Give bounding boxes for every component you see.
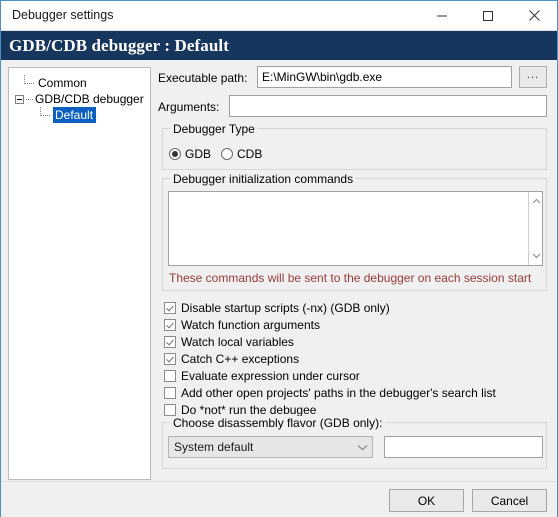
checkbox-label: Catch C++ exceptions <box>181 351 300 366</box>
browse-button[interactable]: ... <box>519 66 547 88</box>
debugger-settings-window: Debugger settings GDB/CDB debugger : Def… <box>0 0 558 517</box>
debugger-options-list: Disable startup scripts (-nx) (GDB only)… <box>158 300 547 417</box>
cancel-button[interactable]: Cancel <box>472 489 547 512</box>
init-commands-legend: Debugger initialization commands <box>170 172 357 186</box>
minimize-icon <box>436 10 448 22</box>
checkbox-checked-icon <box>164 352 176 365</box>
checkbox-unchecked-icon <box>164 403 176 416</box>
checkbox-watch-local-variables[interactable]: Watch local variables <box>164 334 294 349</box>
checkbox-checked-icon <box>164 301 176 314</box>
maximize-icon <box>482 10 494 22</box>
checkbox-evaluate-expression-under-cursor[interactable]: Evaluate expression under cursor <box>164 368 360 383</box>
tree-item-gdb-cdb-debugger[interactable]: GDB/CDB debugger <box>15 91 145 107</box>
minimize-button[interactable] <box>419 1 465 30</box>
checkbox-checked-icon <box>164 318 176 331</box>
checkbox-catch-cpp-exceptions[interactable]: Catch C++ exceptions <box>164 351 299 366</box>
checkbox-unchecked-icon <box>164 386 176 399</box>
debugger-type-group: Debugger Type GDB CDB <box>162 122 547 170</box>
disassembly-flavor-group: Choose disassembly flavor (GDB only): Sy… <box>162 416 547 469</box>
disassembly-flavor-value: System default <box>174 440 254 454</box>
checkbox-label: Do *not* run the debugee <box>181 402 317 417</box>
tree-item-label: Common <box>38 76 87 90</box>
radio-gdb-label: GDB <box>185 147 212 161</box>
close-icon <box>528 9 541 22</box>
radio-cdb[interactable]: CDB <box>221 147 262 161</box>
disassembly-flavor-legend: Choose disassembly flavor (GDB only): <box>170 416 386 430</box>
arguments-label: Arguments: <box>158 100 220 114</box>
close-button[interactable] <box>511 1 557 30</box>
dialog-body: Common GDB/CDB debugger Default Executab… <box>1 60 557 517</box>
checkbox-unchecked-icon <box>164 369 176 382</box>
arguments-input[interactable] <box>229 95 547 117</box>
init-commands-warning: These commands will be sent to the debug… <box>169 271 532 285</box>
title-bar: Debugger settings <box>1 1 557 31</box>
chevron-down-icon <box>357 437 368 457</box>
radio-unselected-icon <box>221 148 233 160</box>
maximize-button[interactable] <box>465 1 511 30</box>
tree-connector-icon <box>23 75 37 91</box>
disassembly-flavor-select[interactable]: System default <box>168 436 373 458</box>
checkbox-label: Watch function arguments <box>181 317 320 332</box>
checkbox-disable-startup-scripts[interactable]: Disable startup scripts (-nx) (GDB only) <box>164 300 390 315</box>
disassembly-extra-input[interactable] <box>384 436 543 458</box>
checkbox-watch-function-arguments[interactable]: Watch function arguments <box>164 317 320 332</box>
scroll-down-icon[interactable] <box>529 249 542 263</box>
tree-item-label: GDB/CDB debugger <box>35 92 144 106</box>
executable-path-label: Executable path: <box>158 71 248 85</box>
init-commands-group: Debugger initialization commands These c… <box>162 172 547 291</box>
radio-selected-icon <box>169 148 181 160</box>
checkbox-label: Disable startup scripts (-nx) (GDB only) <box>181 300 390 315</box>
radio-gdb[interactable]: GDB <box>169 147 211 161</box>
collapse-minus-icon[interactable] <box>15 94 24 104</box>
init-commands-textarea[interactable] <box>168 191 543 266</box>
settings-content: Executable path: E:\MinGW\bin\gdb.exe ..… <box>158 60 555 485</box>
textarea-scrollbar[interactable] <box>528 192 542 265</box>
scroll-up-icon[interactable] <box>529 194 542 208</box>
tree-connector-icon <box>26 98 33 100</box>
executable-path-input[interactable]: E:\MinGW\bin\gdb.exe <box>257 66 512 88</box>
tree-item-common[interactable]: Common <box>23 75 88 91</box>
checkbox-label: Evaluate expression under cursor <box>181 368 360 383</box>
checkbox-checked-icon <box>164 335 176 348</box>
radio-cdb-label: CDB <box>237 147 263 161</box>
tree-item-label: Default <box>53 107 97 123</box>
window-title: Debugger settings <box>12 8 114 22</box>
checkbox-add-other-project-paths[interactable]: Add other open projects' paths in the de… <box>164 385 496 400</box>
ok-button[interactable]: OK <box>389 489 464 512</box>
tree-item-default[interactable]: Default <box>39 107 97 123</box>
page-title: GDB/CDB debugger : Default <box>9 36 229 55</box>
dialog-footer: OK Cancel <box>1 481 557 517</box>
debugger-type-legend: Debugger Type <box>170 122 258 136</box>
tree-connector-icon <box>39 107 53 123</box>
checkbox-do-not-run-debugee[interactable]: Do *not* run the debugee <box>164 402 316 417</box>
checkbox-label: Watch local variables <box>181 334 294 349</box>
settings-tree[interactable]: Common GDB/CDB debugger Default <box>8 67 151 480</box>
checkbox-label: Add other open projects' paths in the de… <box>181 385 496 400</box>
page-header: GDB/CDB debugger : Default <box>1 31 557 60</box>
